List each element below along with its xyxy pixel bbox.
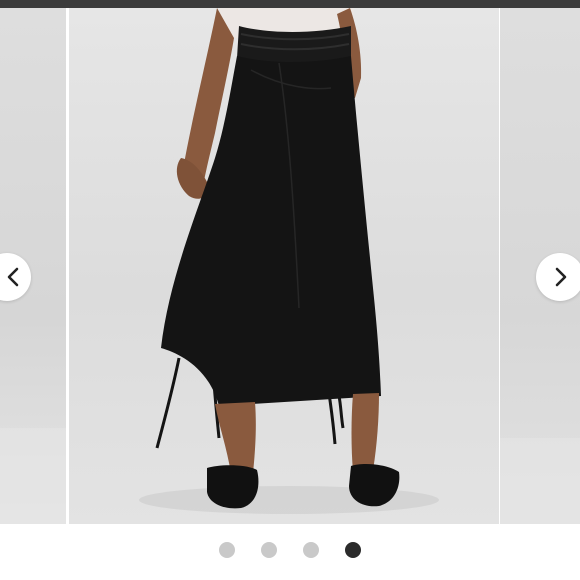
product-image-skirt[interactable] xyxy=(69,8,499,524)
chevron-left-icon xyxy=(7,267,19,287)
pagination-dot-4-active[interactable] xyxy=(345,542,361,558)
pagination-dot-1[interactable] xyxy=(219,542,235,558)
carousel-pagination xyxy=(0,538,580,562)
pagination-dot-2[interactable] xyxy=(261,542,277,558)
skirt-photo xyxy=(139,8,439,514)
image-carousel[interactable] xyxy=(0,8,580,524)
top-bar xyxy=(0,0,580,8)
pagination-dot-3[interactable] xyxy=(303,542,319,558)
next-image-button[interactable] xyxy=(536,253,580,301)
chevron-right-icon xyxy=(555,267,567,287)
